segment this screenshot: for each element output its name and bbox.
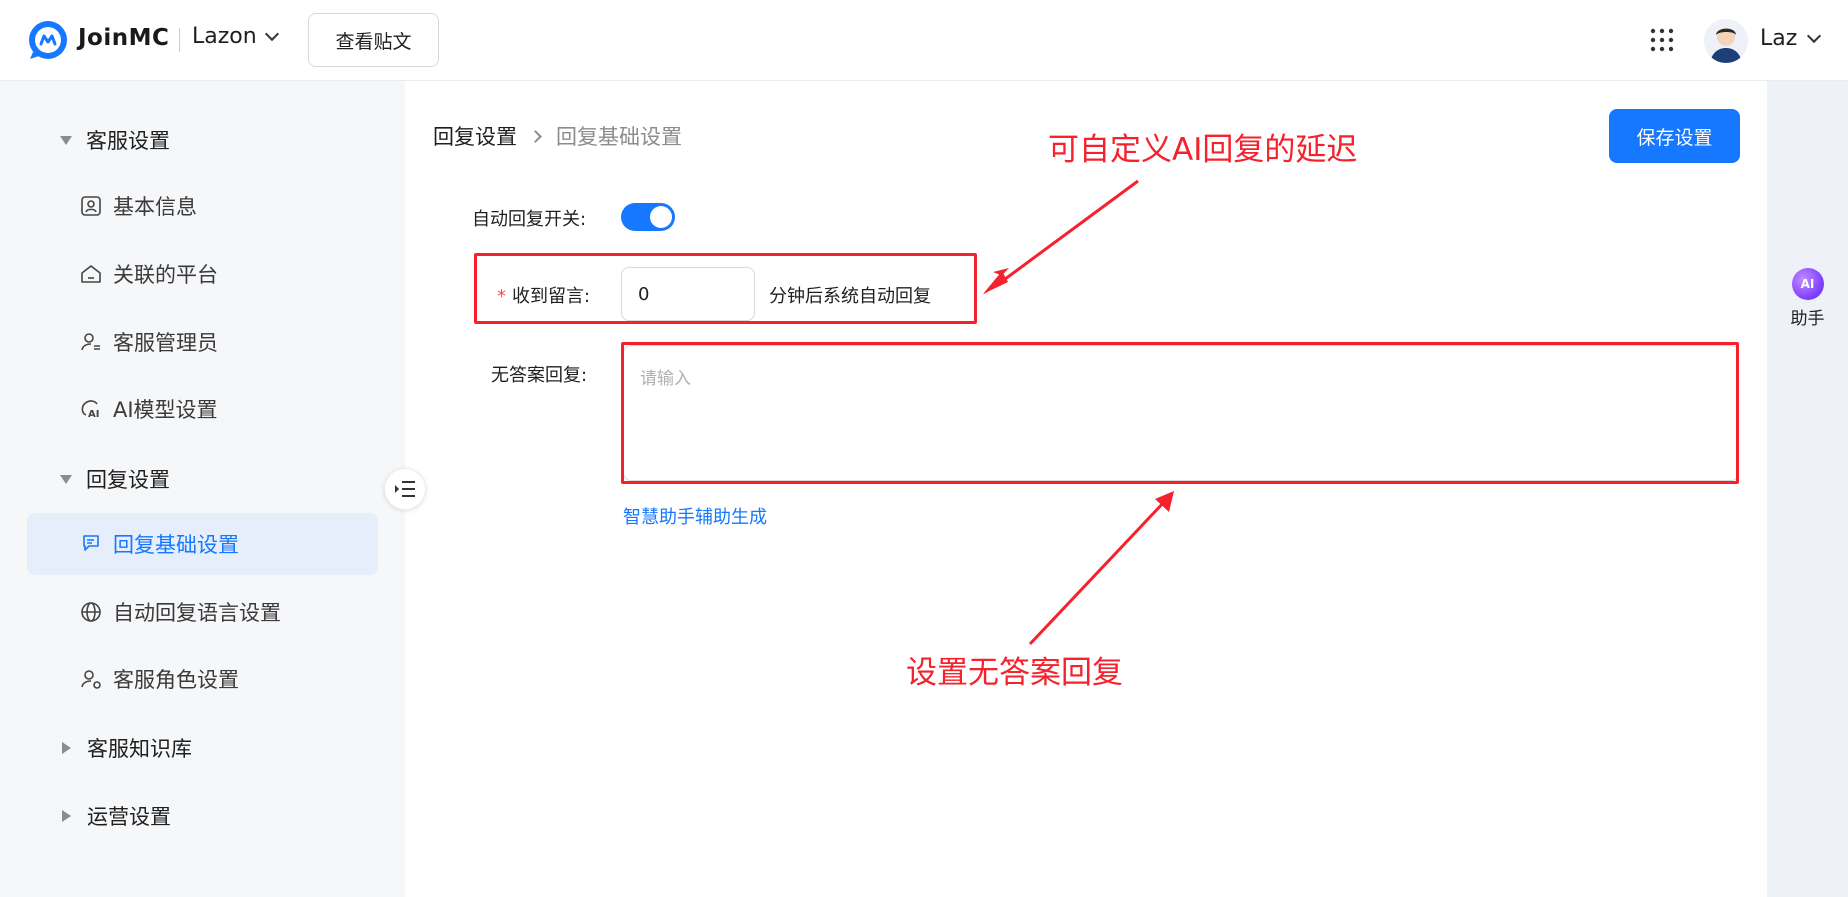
annotation-delay-note: 可自定义AI回复的延迟 — [1048, 132, 1358, 168]
user-manage-icon — [81, 333, 100, 351]
chevron-down-icon — [1807, 28, 1822, 43]
breadcrumb: 回复设置 回复基础设置 — [433, 121, 682, 151]
app-grid-icon[interactable] — [1649, 27, 1675, 53]
top-header: JoinMC Lazon 查看贴文 Laz — [0, 0, 1848, 81]
sidebar-item-ai-model[interactable]: AI AI模型设置 — [27, 378, 378, 440]
home-icon — [81, 265, 101, 283]
toggle-knob — [650, 206, 672, 228]
sidebar-group-label: 客服知识库 — [87, 737, 192, 761]
user-menu[interactable]: Laz — [1760, 26, 1822, 51]
user-role-icon — [81, 670, 101, 689]
sidebar-item-label: 关联的平台 — [113, 263, 218, 287]
reply-icon — [83, 535, 99, 551]
workspace-switcher[interactable]: Lazon — [192, 24, 279, 49]
breadcrumb-current: 回复基础设置 — [556, 125, 682, 149]
assistant-label: 助手 — [1790, 309, 1825, 329]
id-card-icon — [81, 196, 101, 216]
sidebar-group-operations[interactable]: 运营设置 — [60, 801, 171, 831]
brand-divider — [179, 28, 180, 52]
message-label: 收到留言: — [512, 286, 591, 307]
caret-down-icon — [60, 135, 72, 145]
assistant-generate-link[interactable]: 智慧助手辅助生成 — [623, 503, 767, 529]
ai-assistant-icon: AI — [1791, 268, 1824, 300]
sidebar-item-label: AI模型设置 — [113, 398, 218, 422]
sidebar-item-label: 回复基础设置 — [113, 533, 239, 557]
view-post-button[interactable]: 查看贴文 — [308, 13, 439, 67]
sidebar-group-label: 运营设置 — [87, 805, 171, 829]
ai-model-icon: AI — [81, 400, 99, 420]
sidebar-group-service-settings[interactable]: 客服设置 — [60, 125, 170, 155]
sidebar-item-label: 自动回复语言设置 — [113, 601, 281, 625]
caret-right-icon — [62, 742, 71, 754]
delay-suffix: 分钟后系统自动回复 — [769, 286, 931, 307]
breadcrumb-parent[interactable]: 回复设置 — [433, 121, 517, 151]
sidebar-group-reply-settings[interactable]: 回复设置 — [60, 464, 170, 494]
sidebar-item-service-role[interactable]: 客服角色设置 — [27, 648, 378, 710]
sidebar-collapse-button[interactable] — [384, 468, 426, 510]
sidebar-group-label: 客服设置 — [86, 129, 170, 153]
no-answer-label: 无答案回复: — [491, 365, 588, 386]
sidebar-item-auto-reply-language[interactable]: 自动回复语言设置 — [27, 581, 378, 643]
caret-right-icon — [62, 810, 71, 822]
globe-icon — [81, 602, 101, 622]
auto-reply-toggle[interactable] — [621, 203, 675, 231]
assistant-button[interactable]: AI 助手 — [1767, 268, 1848, 329]
main-content: 回复设置 回复基础设置 保存设置 自动回复开关: * 收到留言: 分钟后系统自动回… — [405, 81, 1767, 897]
sidebar-item-reply-basic[interactable]: 回复基础设置 — [27, 513, 378, 575]
user-name: Laz — [1760, 26, 1798, 51]
sidebar-group-knowledge-base[interactable]: 客服知识库 — [60, 733, 192, 763]
sidebar-item-linked-platforms[interactable]: 关联的平台 — [27, 243, 378, 305]
joinmc-logo-icon — [29, 21, 67, 59]
save-settings-button[interactable]: 保存设置 — [1609, 109, 1740, 163]
required-mark: * — [497, 286, 506, 307]
annotation-no-answer-note: 设置无答案回复 — [906, 655, 1123, 691]
right-rail — [1767, 81, 1848, 897]
sidebar-item-basic-info[interactable]: 基本信息 — [27, 175, 378, 237]
message-label-row: * 收到留言: — [497, 282, 590, 308]
sidebar-group-label: 回复设置 — [86, 468, 170, 492]
workspace-name: Lazon — [192, 24, 257, 49]
brand-name: JoinMC — [78, 25, 170, 51]
sidebar-item-service-admin[interactable]: 客服管理员 — [27, 311, 378, 373]
sidebar-item-label: 客服角色设置 — [113, 668, 239, 692]
caret-down-icon — [60, 474, 72, 484]
avatar-icon — [1704, 19, 1748, 63]
svg-text:AI: AI — [88, 409, 99, 420]
user-avatar[interactable] — [1704, 19, 1748, 63]
menu-collapse-icon — [395, 481, 415, 497]
sidebar-item-label: 客服管理员 — [113, 331, 218, 355]
chevron-down-icon — [264, 26, 279, 41]
no-answer-reply-textarea[interactable] — [623, 345, 1739, 481]
chevron-right-icon — [529, 129, 542, 143]
sidebar-item-label: 基本信息 — [113, 195, 197, 219]
reply-delay-input[interactable] — [621, 267, 755, 321]
auto-reply-label: 自动回复开关: — [472, 209, 587, 230]
